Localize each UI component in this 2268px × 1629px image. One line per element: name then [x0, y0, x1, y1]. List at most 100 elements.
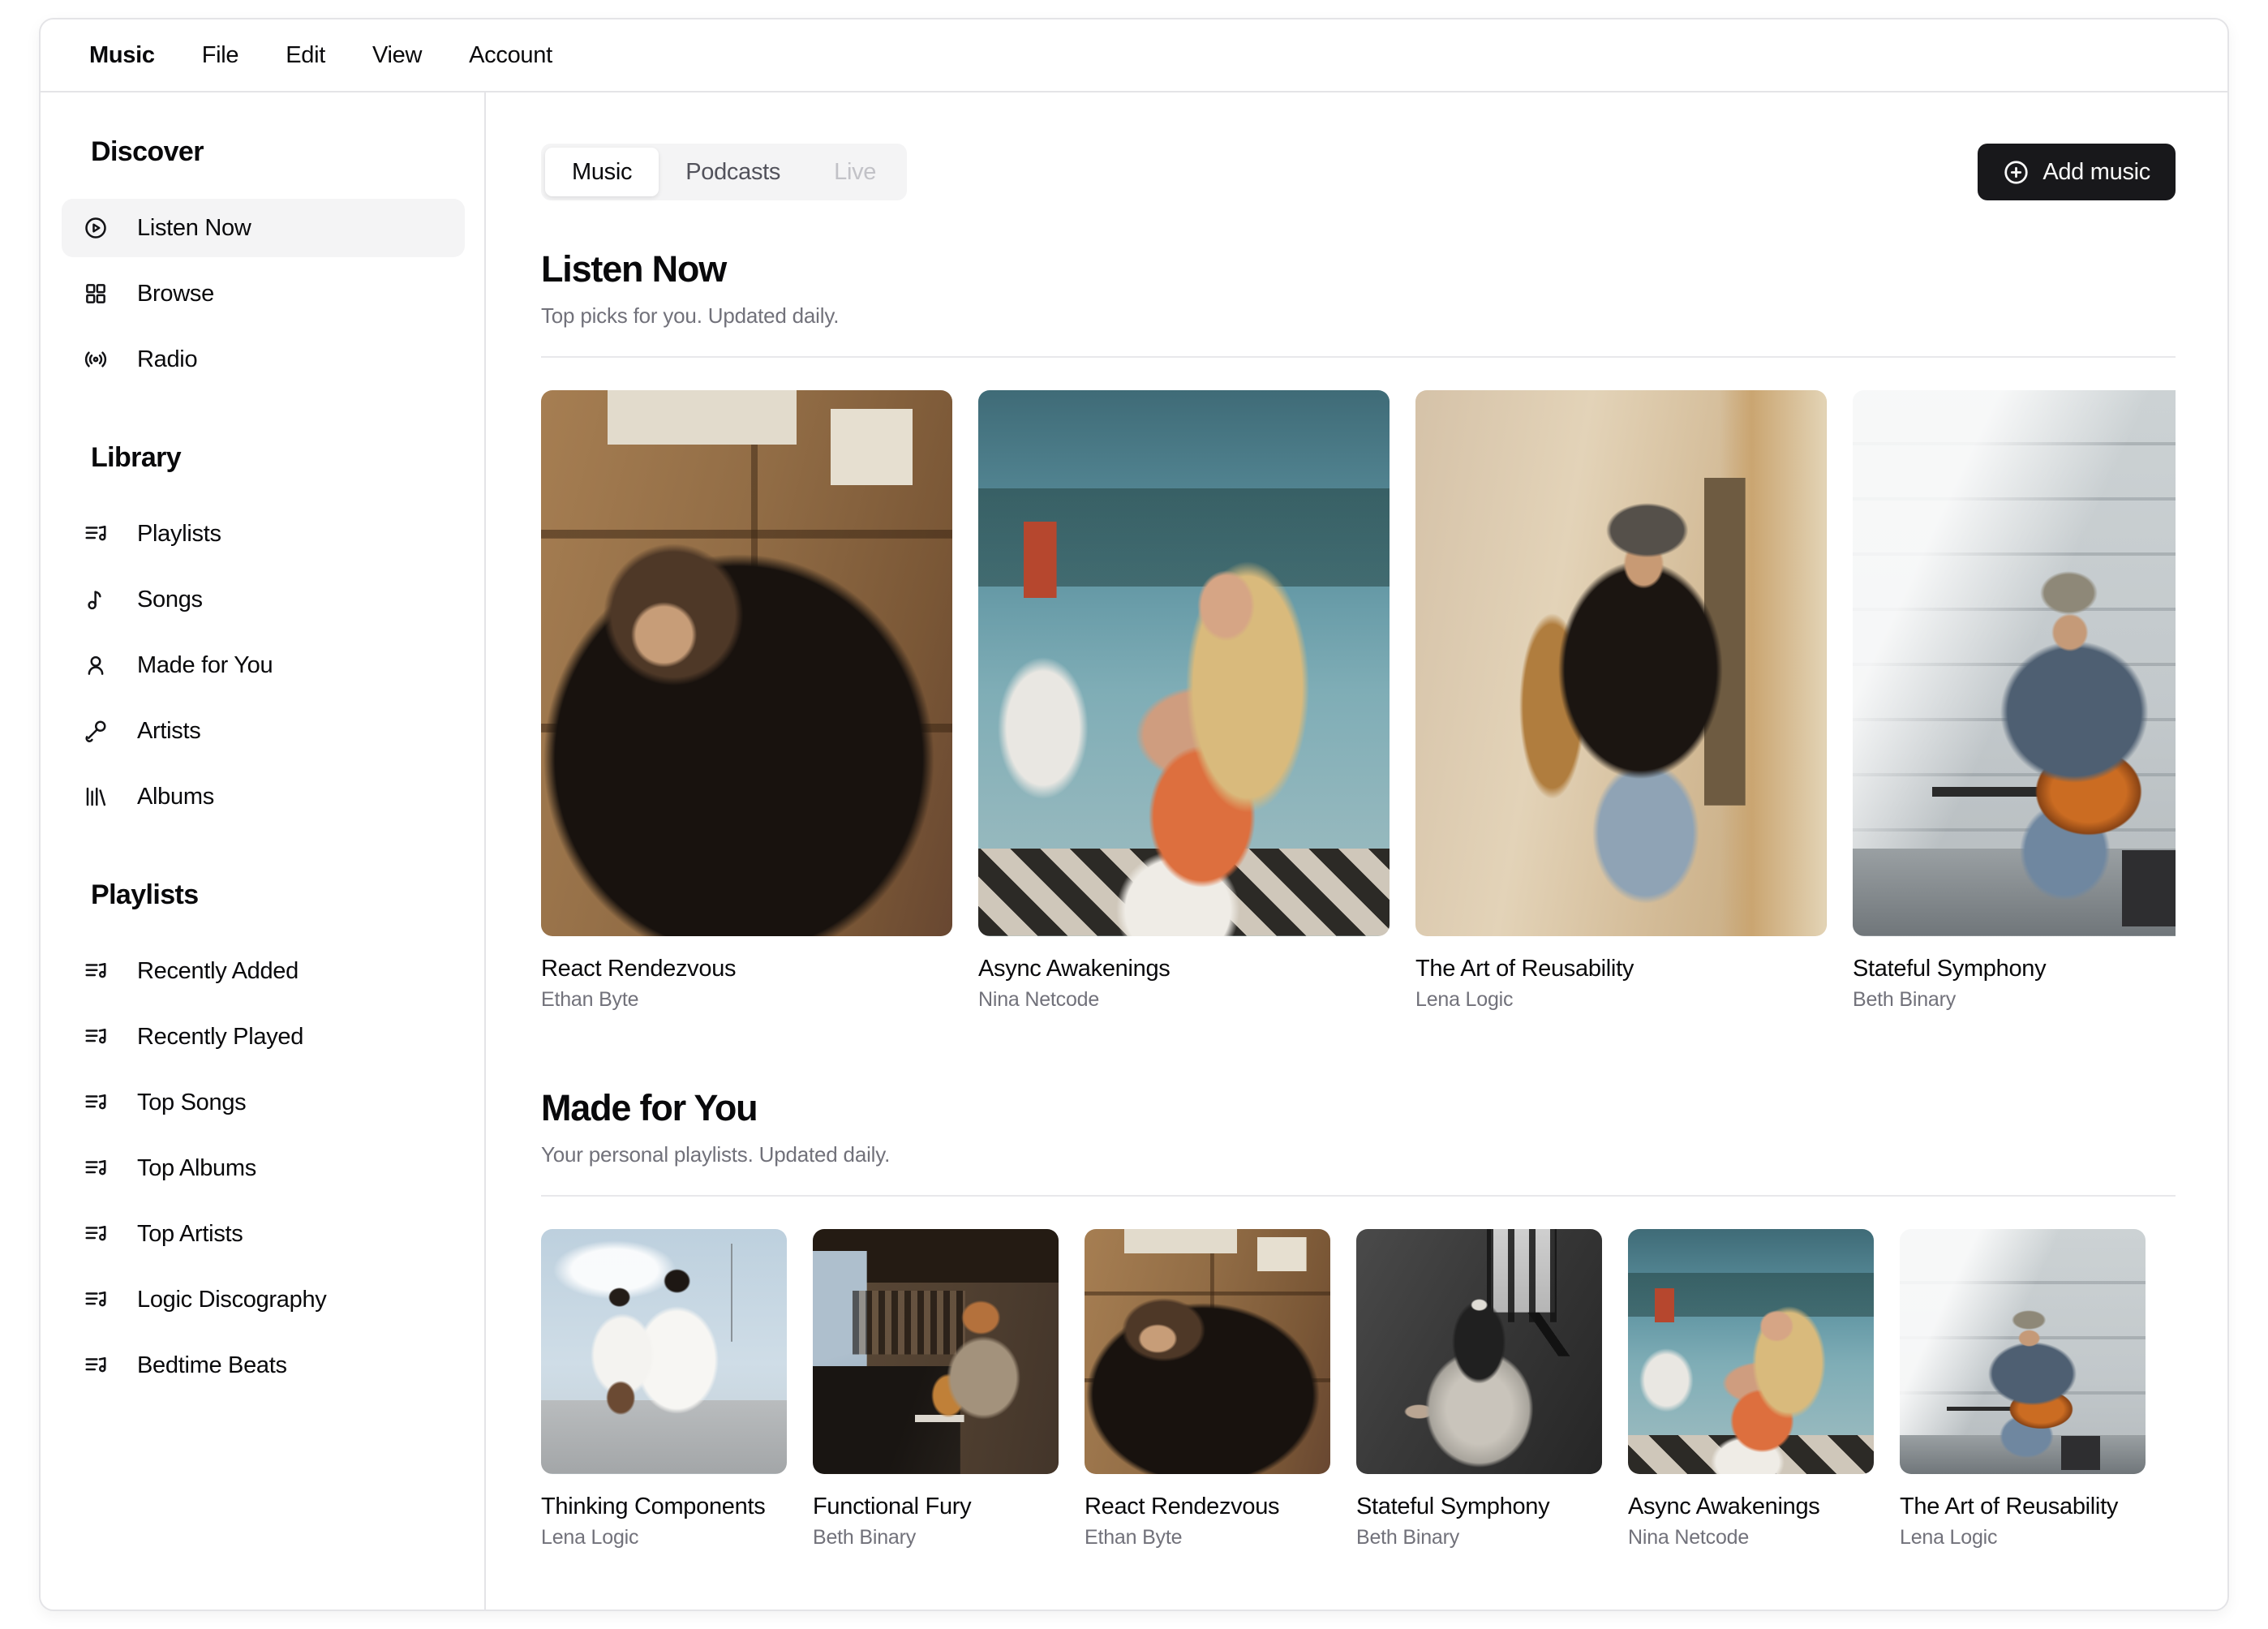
- topbar: Music Podcasts Live Add music: [541, 144, 2176, 200]
- album-art: [1853, 390, 2176, 936]
- album-card[interactable]: Thinking Components Lena Logic: [541, 1229, 787, 1550]
- section-title-listen-now: Listen Now: [541, 247, 2176, 292]
- sidebar-heading-discover: Discover: [91, 136, 465, 168]
- menu-music[interactable]: Music: [66, 42, 178, 69]
- menu-file[interactable]: File: [178, 42, 263, 69]
- album-artist: Lena Logic: [541, 1524, 787, 1550]
- album-card[interactable]: Async Awakenings Nina Netcode: [1628, 1229, 1874, 1550]
- album-title: The Art of Reusability: [1415, 954, 1827, 983]
- microphone-icon: [84, 719, 108, 743]
- list-music-icon: [84, 959, 108, 983]
- list-music-icon: [84, 1090, 108, 1115]
- album-art: [1628, 1229, 1874, 1474]
- sidebar-item-label: Browse: [137, 281, 214, 307]
- sidebar-item-label: Made for You: [137, 652, 273, 679]
- radio-icon: [84, 347, 108, 372]
- sidebar-item-label: Listen Now: [137, 215, 251, 242]
- album-title: Stateful Symphony: [1356, 1492, 1602, 1521]
- sidebar-item-made-for-you[interactable]: Made for You: [62, 636, 465, 694]
- library-icon: [84, 784, 108, 809]
- album-title: React Rendezvous: [1085, 1492, 1330, 1521]
- menu-view[interactable]: View: [349, 42, 445, 69]
- play-circle-icon: [84, 216, 108, 240]
- album-card[interactable]: Stateful Symphony Beth Binary: [1356, 1229, 1602, 1550]
- main-content: Music Podcasts Live Add music Listen Now…: [486, 92, 2227, 1610]
- sidebar-item-label: Radio: [137, 346, 197, 373]
- list-music-icon: [84, 1025, 108, 1049]
- album-artist: Ethan Byte: [541, 986, 952, 1012]
- list-music-icon: [84, 1156, 108, 1180]
- add-music-button[interactable]: Add music: [1978, 144, 2176, 200]
- tab-live: Live: [807, 148, 903, 196]
- album-artist: Nina Netcode: [1628, 1524, 1874, 1550]
- menubar: Music File Edit View Account: [41, 19, 2227, 92]
- sidebar-item-logic-discography[interactable]: Logic Discography: [62, 1270, 465, 1329]
- sidebar-item-label: Playlists: [137, 521, 221, 548]
- album-artist: Beth Binary: [1853, 986, 2176, 1012]
- list-music-icon: [84, 1353, 108, 1378]
- sidebar-item-browse[interactable]: Browse: [62, 264, 465, 323]
- album-art: [813, 1229, 1059, 1474]
- sidebar-item-label: Top Songs: [137, 1090, 246, 1116]
- sidebar-item-recently-played[interactable]: Recently Played: [62, 1008, 465, 1066]
- app-body: Discover Listen Now Browse: [41, 92, 2227, 1610]
- sidebar-item-label: Recently Played: [137, 1024, 303, 1051]
- album-art: [978, 390, 1390, 936]
- sidebar-playlists-list: Recently Added Recently Played Top Songs: [62, 942, 465, 1395]
- section-title-made-for-you: Made for You: [541, 1085, 2176, 1131]
- sidebar-library-list: Playlists Songs Made for You: [62, 505, 465, 826]
- tabs-list: Music Podcasts Live: [541, 144, 907, 200]
- separator: [541, 1195, 2176, 1197]
- plus-circle-icon: [2003, 159, 2030, 186]
- sidebar-item-label: Artists: [137, 718, 200, 745]
- sidebar-item-bedtime-beats[interactable]: Bedtime Beats: [62, 1336, 465, 1395]
- sidebar-item-radio[interactable]: Radio: [62, 330, 465, 389]
- album-title: Stateful Symphony: [1853, 954, 2176, 983]
- section-subtitle-listen-now: Top picks for you. Updated daily.: [541, 302, 2176, 329]
- sidebar-item-label: Top Albums: [137, 1155, 256, 1182]
- sidebar-item-label: Recently Added: [137, 958, 299, 985]
- sidebar-item-songs[interactable]: Songs: [62, 570, 465, 629]
- album-art: [1085, 1229, 1330, 1474]
- album-title: React Rendezvous: [541, 954, 952, 983]
- list-music-icon: [84, 1287, 108, 1312]
- album-card[interactable]: The Art of Reusability Lena Logic: [1415, 390, 1827, 1012]
- sidebar-discover-list: Listen Now Browse Radio: [62, 199, 465, 389]
- album-card[interactable]: React Rendezvous Ethan Byte: [1085, 1229, 1330, 1550]
- sidebar-item-label: Top Artists: [137, 1221, 243, 1248]
- sidebar-item-label: Logic Discography: [137, 1287, 326, 1313]
- sidebar-heading-library: Library: [91, 442, 465, 474]
- album-art: [1415, 390, 1827, 936]
- album-art: [1356, 1229, 1602, 1474]
- sidebar-item-label: Bedtime Beats: [137, 1352, 287, 1379]
- album-title: Thinking Components: [541, 1492, 787, 1521]
- album-card[interactable]: Async Awakenings Nina Netcode: [978, 390, 1390, 1012]
- sidebar-item-top-albums[interactable]: Top Albums: [62, 1139, 465, 1197]
- layout-grid-icon: [84, 282, 108, 306]
- sidebar-item-recently-added[interactable]: Recently Added: [62, 942, 465, 1000]
- album-art: [541, 390, 952, 936]
- menu-edit[interactable]: Edit: [262, 42, 349, 69]
- sidebar-item-playlists[interactable]: Playlists: [62, 505, 465, 563]
- menu-account[interactable]: Account: [445, 42, 576, 69]
- list-music-icon: [84, 522, 108, 546]
- album-art: [541, 1229, 787, 1474]
- sidebar-heading-playlists: Playlists: [91, 879, 465, 911]
- sidebar-item-listen-now[interactable]: Listen Now: [62, 199, 465, 257]
- album-artist: Lena Logic: [1415, 986, 1827, 1012]
- album-title: The Art of Reusability: [1900, 1492, 2146, 1521]
- tab-music[interactable]: Music: [545, 148, 659, 196]
- sidebar-item-top-songs[interactable]: Top Songs: [62, 1073, 465, 1132]
- sidebar-item-top-artists[interactable]: Top Artists: [62, 1205, 465, 1263]
- album-card[interactable]: Stateful Symphony Beth Binary: [1853, 390, 2176, 1012]
- add-music-label: Add music: [2042, 159, 2150, 186]
- tab-podcasts[interactable]: Podcasts: [659, 148, 807, 196]
- album-card[interactable]: React Rendezvous Ethan Byte: [541, 390, 952, 1012]
- music-note-icon: [84, 587, 108, 612]
- album-artist: Nina Netcode: [978, 986, 1390, 1012]
- sidebar-item-artists[interactable]: Artists: [62, 702, 465, 760]
- album-card[interactable]: Functional Fury Beth Binary: [813, 1229, 1059, 1550]
- album-card[interactable]: The Art of Reusability Lena Logic: [1900, 1229, 2146, 1550]
- section-subtitle-made-for-you: Your personal playlists. Updated daily.: [541, 1141, 2176, 1168]
- sidebar-item-albums[interactable]: Albums: [62, 767, 465, 826]
